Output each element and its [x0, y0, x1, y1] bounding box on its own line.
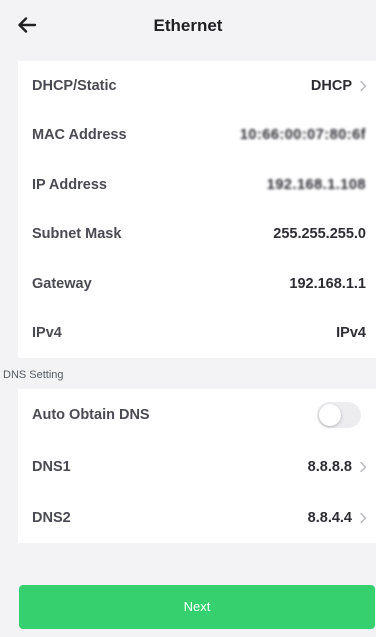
dhcp-static-row[interactable]: DHCP/Static DHCP [18, 61, 376, 111]
gateway-label: Gateway [32, 275, 92, 292]
dhcp-static-value: DHCP [310, 77, 352, 94]
dns-settings-card: Auto Obtain DNS DNS1 8.8.8.8 DNS2 8.8.4.… [18, 389, 376, 543]
chevron-right-icon [359, 512, 367, 524]
ip-address-value: 192.168.1.108 [266, 176, 366, 193]
ethernet-settings-page: Ethernet DHCP/Static DHCP MAC Address 10… [0, 0, 376, 637]
ip-address-row: IP Address 192.168.1.108 [18, 160, 376, 210]
ipv4-label: IPv4 [32, 325, 62, 342]
page-title: Ethernet [153, 16, 223, 35]
gateway-value: 192.168.1.1 [289, 275, 366, 292]
auto-obtain-dns-label: Auto Obtain DNS [32, 407, 150, 423]
chevron-right-icon [359, 80, 367, 92]
subnet-mask-label: Subnet Mask [32, 226, 122, 243]
dns2-row[interactable]: DNS2 8.8.4.4 [18, 492, 376, 543]
ip-address-label: IP Address [32, 176, 107, 193]
mac-address-row: MAC Address 10:66:00:07:80:6f [18, 111, 376, 161]
auto-obtain-dns-row: Auto Obtain DNS [18, 389, 376, 441]
dhcp-static-label: DHCP/Static [32, 77, 117, 94]
ipv4-row: IPv4 IPv4 [18, 309, 376, 359]
network-settings-card: DHCP/Static DHCP MAC Address 10:66:00:07… [18, 61, 376, 358]
dns2-value: 8.8.4.4 [307, 509, 352, 526]
gateway-row: Gateway 192.168.1.1 [18, 259, 376, 309]
dns1-value: 8.8.8.8 [307, 458, 352, 475]
dns2-label: DNS2 [32, 509, 71, 526]
dns-setting-section-label: DNS Setting [3, 369, 64, 381]
ipv4-value: IPv4 [336, 325, 366, 342]
chevron-right-icon [359, 461, 367, 473]
next-button[interactable]: Next [19, 585, 375, 629]
header-bar: Ethernet [0, 0, 376, 56]
toggle-knob [319, 404, 341, 426]
dns1-label: DNS1 [32, 458, 71, 475]
mac-address-value: 10:66:00:07:80:6f [239, 127, 366, 144]
subnet-mask-row: Subnet Mask 255.255.255.0 [18, 210, 376, 260]
mac-address-label: MAC Address [32, 127, 127, 144]
dns1-row[interactable]: DNS1 8.8.8.8 [18, 441, 376, 492]
auto-obtain-dns-toggle[interactable] [317, 402, 361, 428]
subnet-mask-value: 255.255.255.0 [273, 226, 366, 243]
